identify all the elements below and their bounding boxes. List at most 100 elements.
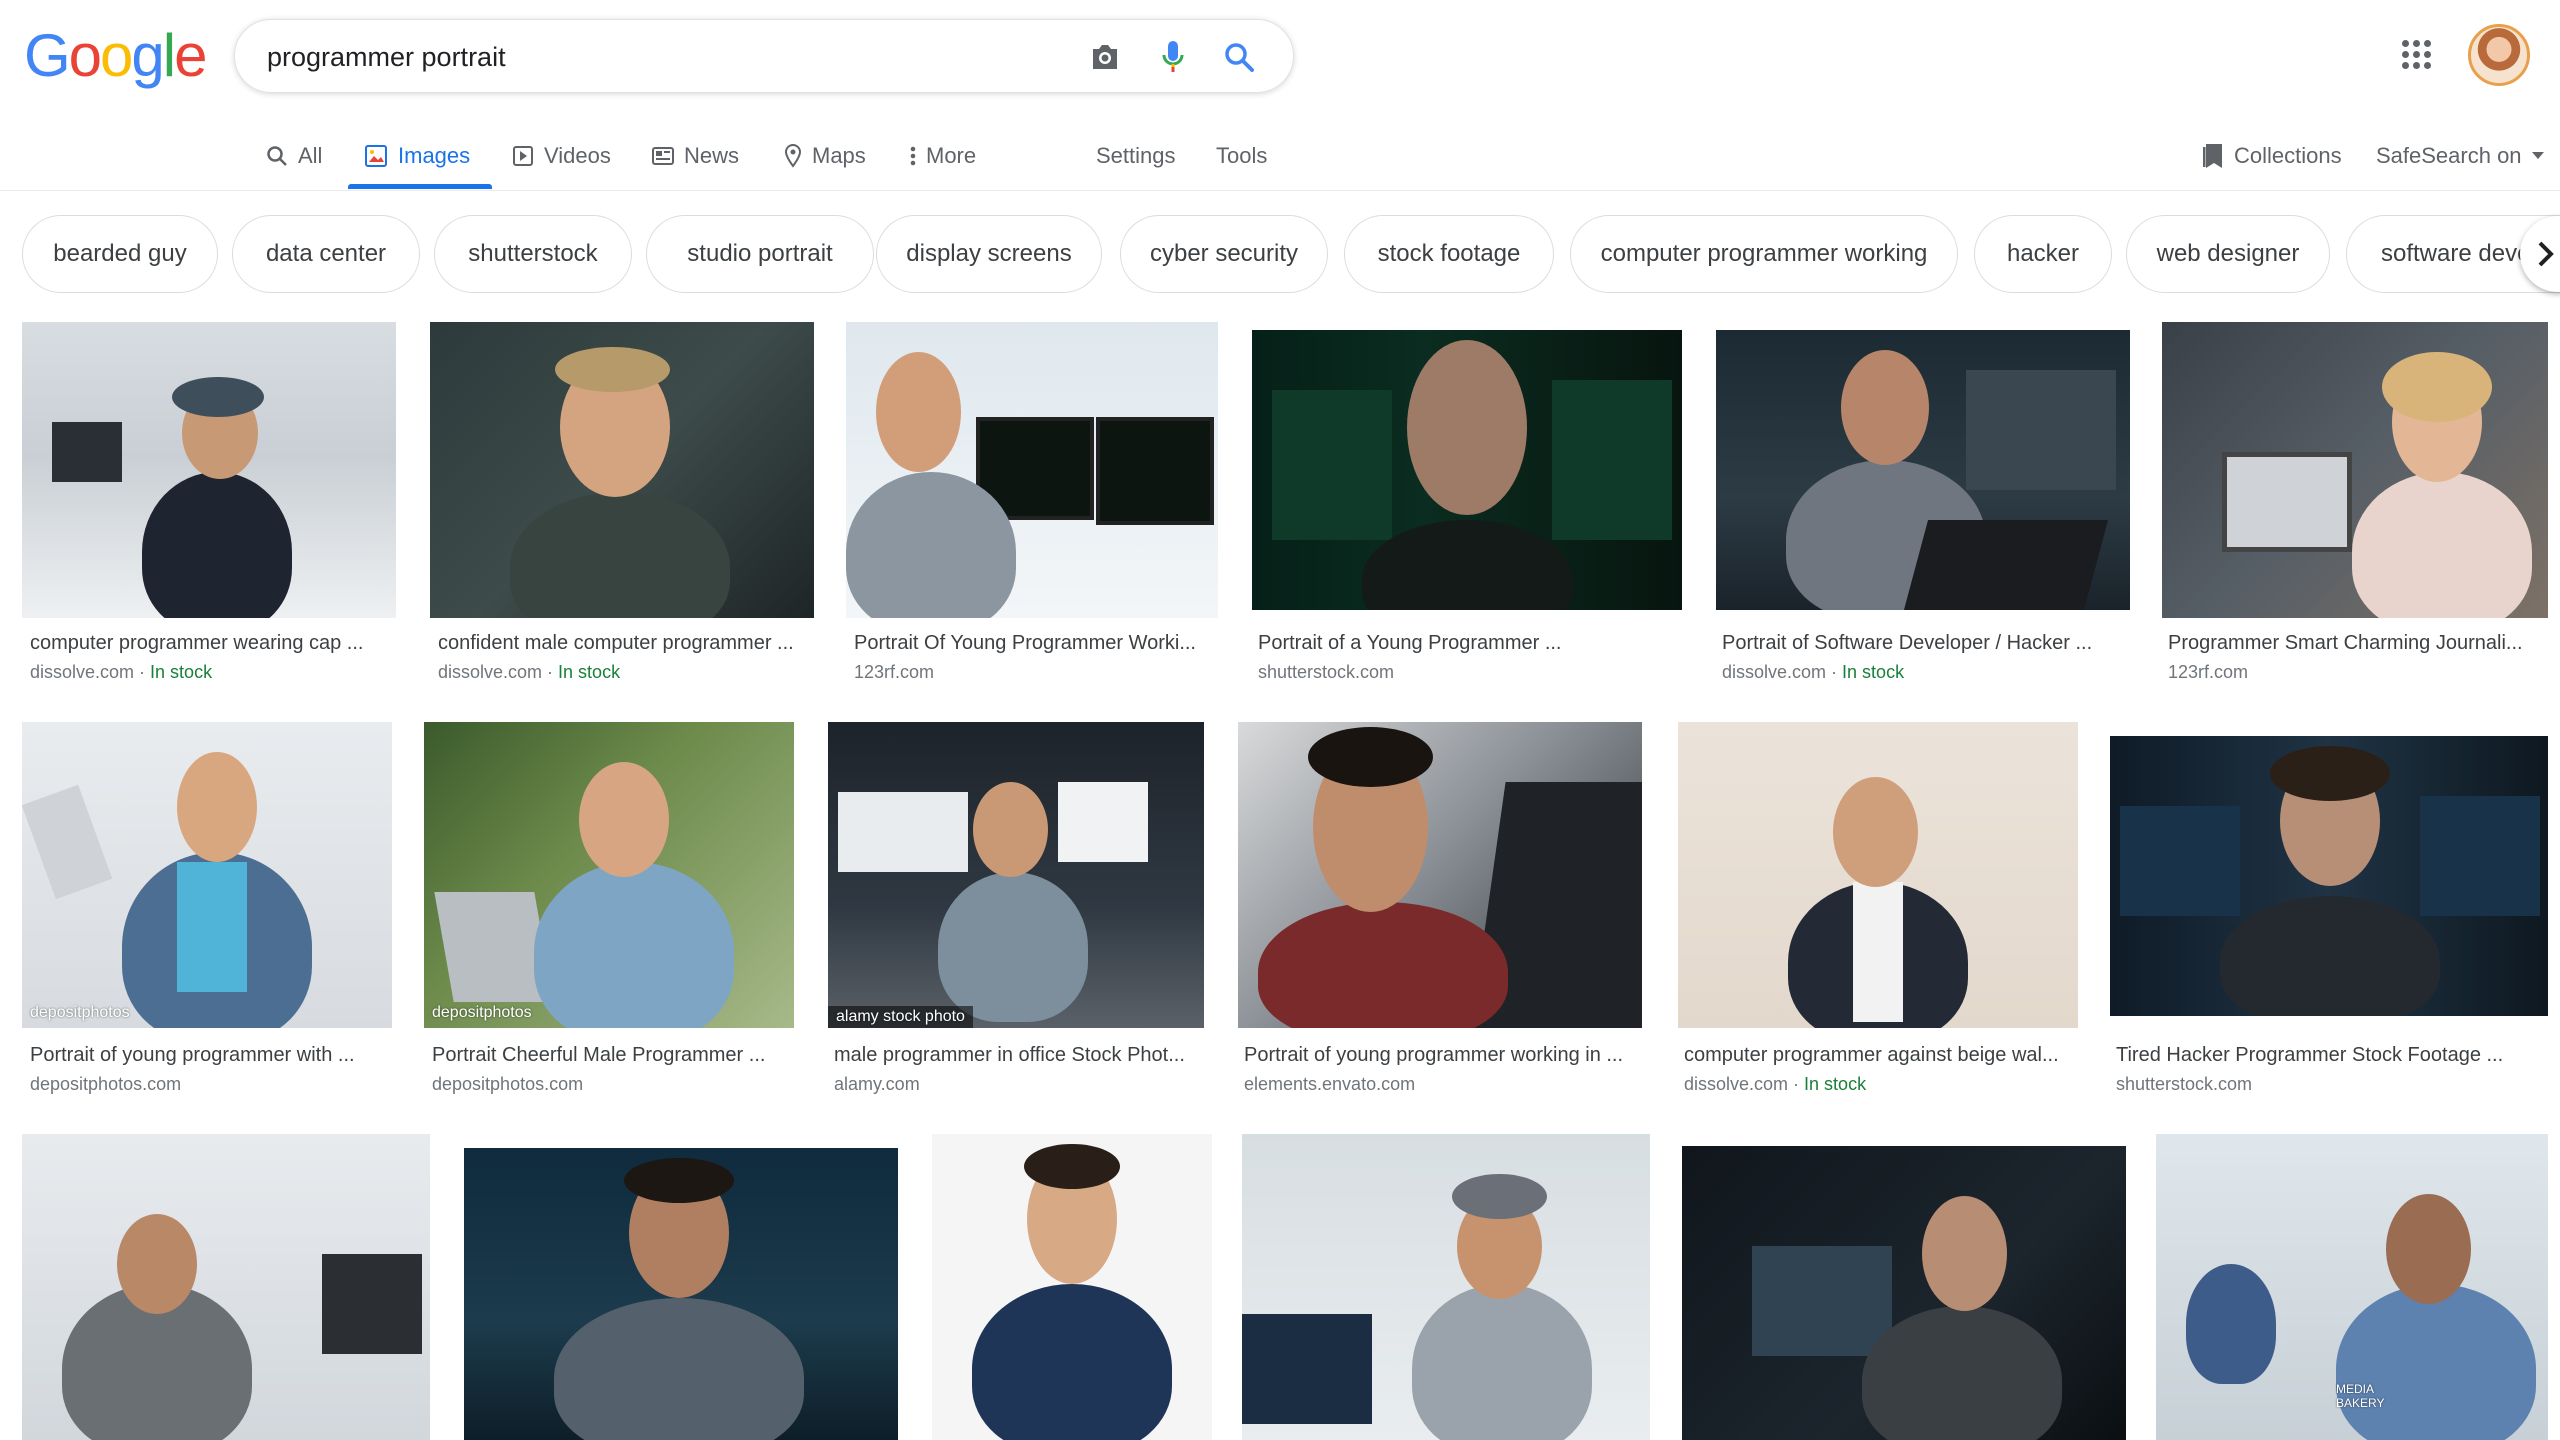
source-domain: dissolve.com xyxy=(30,662,135,682)
google-logo[interactable]: Google xyxy=(24,20,208,90)
result-source[interactable]: shutterstock.com xyxy=(2116,1074,2252,1095)
result-source[interactable]: depositphotos.com xyxy=(432,1074,583,1095)
result-source[interactable]: dissolve.com · In stock xyxy=(438,662,620,683)
apps-grid-icon[interactable] xyxy=(2402,40,2432,70)
chip[interactable]: shutterstock xyxy=(434,215,632,293)
tab-news[interactable]: News xyxy=(652,138,739,174)
source-domain: dissolve.com xyxy=(438,662,543,682)
result-thumbnail[interactable]: alamy stock photo xyxy=(828,722,1204,1028)
result-thumbnail[interactable] xyxy=(22,322,396,618)
result-thumbnail[interactable] xyxy=(2162,322,2548,618)
chip[interactable]: computer programmer working xyxy=(1570,215,1958,293)
search-input[interactable] xyxy=(265,20,1049,94)
source-domain: depositphotos.com xyxy=(30,1074,182,1094)
result-thumbnail[interactable] xyxy=(1716,330,2130,610)
result-title[interactable]: Portrait of young programmer working in … xyxy=(1244,1044,1644,1067)
video-icon xyxy=(513,146,533,166)
result-thumbnail[interactable] xyxy=(22,1134,430,1440)
result-thumbnail[interactable] xyxy=(2110,736,2548,1016)
in-stock-badge: In stock xyxy=(1842,662,1905,682)
camera-icon[interactable] xyxy=(1087,39,1123,75)
settings-link[interactable]: Settings xyxy=(1096,138,1176,174)
source-domain: 123rf.com xyxy=(854,662,935,682)
result-thumbnail[interactable]: depositphotos xyxy=(22,722,392,1028)
source-domain: 123rf.com xyxy=(2168,662,2249,682)
source-domain: shutterstock.com xyxy=(1258,662,1395,682)
watermark: depositphotos xyxy=(432,1004,532,1021)
tab-maps[interactable]: Maps xyxy=(784,138,866,174)
result-source[interactable]: dissolve.com · In stock xyxy=(1684,1074,1866,1095)
result-thumbnail[interactable] xyxy=(464,1148,898,1440)
result-thumbnail[interactable] xyxy=(1238,722,1642,1028)
chip-label: studio portrait xyxy=(687,240,833,267)
result-source[interactable]: depositphotos.com xyxy=(30,1074,181,1095)
result-title[interactable]: male programmer in office Stock Phot... xyxy=(834,1044,1204,1067)
chip[interactable]: hacker xyxy=(1974,215,2112,293)
result-title[interactable]: Programmer Smart Charming Journali... xyxy=(2168,632,2548,655)
result-source[interactable]: alamy.com xyxy=(834,1074,920,1095)
chip[interactable]: data center xyxy=(232,215,420,293)
bookmark-icon xyxy=(2203,144,2222,168)
logo-letter: G xyxy=(24,21,71,89)
result-source[interactable]: dissolve.com · In stock xyxy=(1722,662,1904,683)
settings-label: Settings xyxy=(1096,143,1176,168)
result-thumbnail[interactable] xyxy=(1252,330,1682,610)
logo-letter: l xyxy=(162,21,176,89)
result-thumbnail[interactable] xyxy=(1242,1134,1650,1440)
result-source[interactable]: 123rf.com xyxy=(854,662,934,683)
result-title[interactable]: Portrait of Software Developer / Hacker … xyxy=(1722,632,2132,655)
chip-label: web designer xyxy=(2156,240,2300,267)
collections-link[interactable]: Collections xyxy=(2202,138,2342,174)
search-icon xyxy=(267,146,287,166)
result-source[interactable]: shutterstock.com xyxy=(1258,662,1394,683)
result-thumbnail[interactable] xyxy=(430,322,814,618)
tab-videos[interactable]: Videos xyxy=(512,138,611,174)
avatar[interactable] xyxy=(2468,24,2530,86)
chip[interactable]: display screens xyxy=(876,215,1102,293)
result-thumbnail[interactable] xyxy=(846,322,1218,618)
result-title[interactable]: confident male computer programmer ... xyxy=(438,632,808,655)
tab-more[interactable]: More xyxy=(910,138,976,174)
chip[interactable]: web designer xyxy=(2126,215,2330,293)
watermark: alamy stock photo xyxy=(828,1006,973,1028)
result-title[interactable]: Portrait of young programmer with ... xyxy=(30,1044,390,1067)
result-thumbnail[interactable]: MEDIA BAKERY xyxy=(2156,1134,2548,1440)
logo-letter: g xyxy=(131,21,164,89)
chip[interactable]: cyber security xyxy=(1120,215,1328,293)
safesearch-toggle[interactable]: SafeSearch on xyxy=(2376,138,2544,174)
chip[interactable]: studio portrait xyxy=(646,215,874,293)
chip[interactable]: stock footage xyxy=(1344,215,1554,293)
more-vert-icon xyxy=(910,146,916,166)
result-title[interactable]: computer programmer against beige wal... xyxy=(1684,1044,2074,1067)
tools-link[interactable]: Tools xyxy=(1216,138,1267,174)
result-source[interactable]: 123rf.com xyxy=(2168,662,2248,683)
in-stock-badge: In stock xyxy=(150,662,213,682)
result-title[interactable]: Portrait of a Young Programmer ... xyxy=(1258,632,1678,655)
watermark: MEDIA BAKERY xyxy=(2336,1382,2385,1410)
logo-letter: o xyxy=(100,21,133,89)
chevron-right-icon xyxy=(2538,241,2554,267)
result-source[interactable]: dissolve.com · In stock xyxy=(30,662,212,683)
search-icon[interactable] xyxy=(1221,39,1257,75)
result-thumbnail[interactable]: depositphotos xyxy=(424,722,794,1028)
result-title[interactable]: computer programmer wearing cap ... xyxy=(30,632,390,655)
result-thumbnail[interactable] xyxy=(1678,722,2078,1028)
dropdown-arrow-icon xyxy=(2531,152,2544,159)
search-box[interactable] xyxy=(234,19,1294,94)
tab-all[interactable]: All xyxy=(266,138,322,174)
result-thumbnail[interactable] xyxy=(932,1134,1212,1440)
result-title[interactable]: Portrait Of Young Programmer Worki... xyxy=(854,632,1214,655)
result-thumbnail[interactable] xyxy=(1682,1146,2126,1440)
tab-label: Images xyxy=(398,143,471,168)
chip[interactable]: bearded guy xyxy=(22,215,218,293)
tab-images[interactable]: Images xyxy=(364,138,470,174)
in-stock-badge: In stock xyxy=(558,662,621,682)
news-icon xyxy=(652,147,674,165)
chip-label: computer programmer working xyxy=(1600,240,1928,267)
result-title[interactable]: Portrait Cheerful Male Programmer ... xyxy=(432,1044,792,1067)
tab-label: Videos xyxy=(544,143,611,168)
result-source[interactable]: elements.envato.com xyxy=(1244,1074,1415,1095)
result-title[interactable]: Tired Hacker Programmer Stock Footage ..… xyxy=(2116,1044,2546,1067)
microphone-icon[interactable] xyxy=(1155,39,1191,75)
chip-label: cyber security xyxy=(1149,240,1299,267)
